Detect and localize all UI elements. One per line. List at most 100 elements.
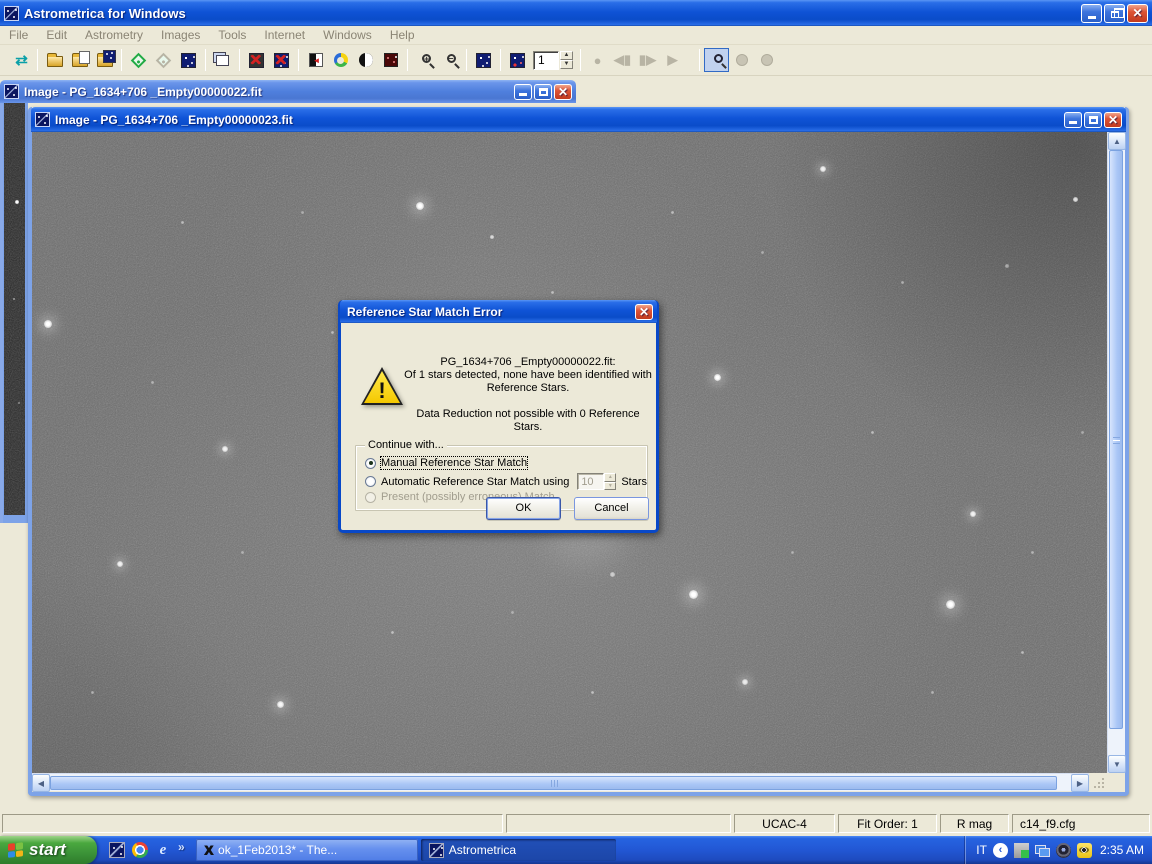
option-manual-match[interactable]: Manual Reference Star Match xyxy=(365,457,527,469)
star xyxy=(1021,651,1024,654)
star xyxy=(1081,431,1084,434)
task-button-editor[interactable]: X ok_1Feb2013* - The... xyxy=(196,839,418,861)
stars-up-button: ▲ xyxy=(604,473,616,482)
horizontal-scroll-thumb[interactable] xyxy=(50,776,1057,790)
frame-up-button[interactable]: ▲ xyxy=(560,51,573,60)
quicklaunch-overflow-chevron[interactable]: » xyxy=(178,840,185,854)
image-window-23-title: Image - PG_1634+706 _Empty00000023.fit xyxy=(55,113,293,127)
menu-file[interactable]: File xyxy=(0,26,37,44)
ok-button[interactable]: OK xyxy=(486,497,561,520)
star xyxy=(44,320,52,328)
open-file-icon[interactable] xyxy=(67,48,92,72)
menu-help[interactable]: Help xyxy=(381,26,424,44)
frame-down-button[interactable]: ▼ xyxy=(560,60,573,69)
tray-antivirus-icon[interactable] xyxy=(1077,843,1092,858)
star-field-icon[interactable] xyxy=(471,48,496,72)
resize-grip[interactable] xyxy=(1089,773,1107,791)
win22-maximize-button[interactable] xyxy=(534,84,552,100)
radio-automatic-match[interactable] xyxy=(365,476,376,487)
radio-manual-match[interactable] xyxy=(365,458,376,469)
scroll-left-button[interactable]: ◀ xyxy=(32,774,50,792)
app-titlebar: Astrometrica for Windows ✕ xyxy=(0,0,1152,26)
image-window-22-image[interactable] xyxy=(4,103,25,515)
star xyxy=(791,551,794,554)
zoom-in-icon[interactable] xyxy=(412,48,437,72)
reject-star-icon[interactable] xyxy=(244,48,269,72)
quicklaunch-astrometrica-icon[interactable] xyxy=(109,842,125,858)
frame-number-spinner[interactable]: 1 ▲ ▼ xyxy=(533,51,573,70)
quicklaunch-chrome-icon[interactable] xyxy=(132,842,148,858)
status-panel-1 xyxy=(2,814,503,833)
win23-close-button[interactable]: ✕ xyxy=(1104,112,1122,128)
dialog-titlebar[interactable]: Reference Star Match Error ✕ xyxy=(340,300,657,323)
menu-images[interactable]: Images xyxy=(152,26,209,44)
copy-window-icon[interactable] xyxy=(210,48,235,72)
contrast-icon[interactable] xyxy=(353,48,378,72)
zoom-out-icon[interactable] xyxy=(437,48,462,72)
load-images-icon[interactable] xyxy=(92,48,117,72)
vertical-scrollbar[interactable]: ▲ ▼ xyxy=(1107,132,1125,773)
star xyxy=(714,374,721,381)
star xyxy=(671,211,674,214)
option-automatic-match[interactable]: Automatic Reference Star Match using 10 … xyxy=(365,473,647,490)
start-button[interactable]: start xyxy=(0,836,97,864)
star xyxy=(241,551,244,554)
win22-minimize-button[interactable] xyxy=(514,84,532,100)
star xyxy=(871,431,874,434)
settings-arrows-icon[interactable]: ⇄ xyxy=(8,48,33,72)
tray-network-icon[interactable] xyxy=(1035,843,1050,858)
win23-minimize-button[interactable] xyxy=(1064,112,1082,128)
open-folder-icon[interactable] xyxy=(42,48,67,72)
app-icon xyxy=(4,6,19,21)
frame-number-value[interactable]: 1 xyxy=(533,51,559,70)
app-restore-button[interactable] xyxy=(1104,4,1125,23)
language-indicator[interactable]: IT xyxy=(976,843,987,857)
previous-frame-icon: ◀▮ xyxy=(610,48,635,72)
automatic-match-label[interactable]: Automatic Reference Star Match using xyxy=(381,476,569,488)
background-map-icon[interactable] xyxy=(378,48,403,72)
status-panel-2 xyxy=(506,814,731,833)
menu-edit[interactable]: Edit xyxy=(37,26,76,44)
horizontal-scrollbar[interactable]: ◀ ▶ xyxy=(32,773,1089,791)
image-window-23-titlebar[interactable]: Image - PG_1634+706 _Empty00000023.fit ✕ xyxy=(31,107,1126,132)
status-magnitude-band: R mag xyxy=(940,814,1009,833)
scroll-right-button[interactable]: ▶ xyxy=(1071,774,1089,792)
app-minimize-button[interactable] xyxy=(1081,4,1102,23)
status-fit-order: Fit Order: 1 xyxy=(838,814,937,833)
menu-internet[interactable]: Internet xyxy=(255,26,314,44)
vertical-scroll-thumb[interactable] xyxy=(1109,150,1123,729)
menu-tools[interactable]: Tools xyxy=(209,26,255,44)
known-objects-icon[interactable] xyxy=(176,48,201,72)
menu-windows[interactable]: Windows xyxy=(314,26,381,44)
menu-astrometry[interactable]: Astrometry xyxy=(76,26,152,44)
win23-maximize-button[interactable] xyxy=(1084,112,1102,128)
reject-all-icon[interactable] xyxy=(269,48,294,72)
app-close-button[interactable]: ✕ xyxy=(1127,4,1148,23)
image-window-22-titlebar[interactable]: Image - PG_1634+706 _Empty00000022.fit ✕ xyxy=(0,80,576,103)
star xyxy=(820,166,826,172)
star xyxy=(689,590,698,599)
scroll-up-button[interactable]: ▲ xyxy=(1108,132,1126,150)
dialog-title: Reference Star Match Error xyxy=(347,305,502,319)
cancel-button[interactable]: Cancel xyxy=(574,497,649,520)
quicklaunch-ie-icon[interactable]: e xyxy=(155,842,171,858)
star xyxy=(181,221,184,224)
task-button-astrometrica[interactable]: Astrometrica xyxy=(421,839,616,861)
blink-icon[interactable] xyxy=(303,48,328,72)
scroll-down-button[interactable]: ▼ xyxy=(1108,755,1126,773)
find-stars-icon[interactable] xyxy=(505,48,530,72)
tray-icon-1[interactable] xyxy=(1014,843,1029,858)
color-ring-icon[interactable] xyxy=(328,48,353,72)
star-marker-icon[interactable] xyxy=(126,48,151,72)
win22-close-button[interactable]: ✕ xyxy=(554,84,572,100)
star xyxy=(931,691,934,694)
tray-collapse-chevron[interactable]: ‹ xyxy=(993,843,1008,858)
dialog-message: PG_1634+706 _Empty00000022.fit: Of 1 sta… xyxy=(403,356,653,434)
image-window-22-edge[interactable] xyxy=(0,103,28,523)
star xyxy=(91,691,94,694)
magnifier-tool-icon[interactable] xyxy=(704,48,729,72)
dialog-close-button[interactable]: ✕ xyxy=(635,304,653,320)
manual-match-label[interactable]: Manual Reference Star Match xyxy=(381,457,527,469)
tray-webcam-icon[interactable] xyxy=(1056,843,1071,858)
app-title: Astrometrica for Windows xyxy=(24,6,186,21)
